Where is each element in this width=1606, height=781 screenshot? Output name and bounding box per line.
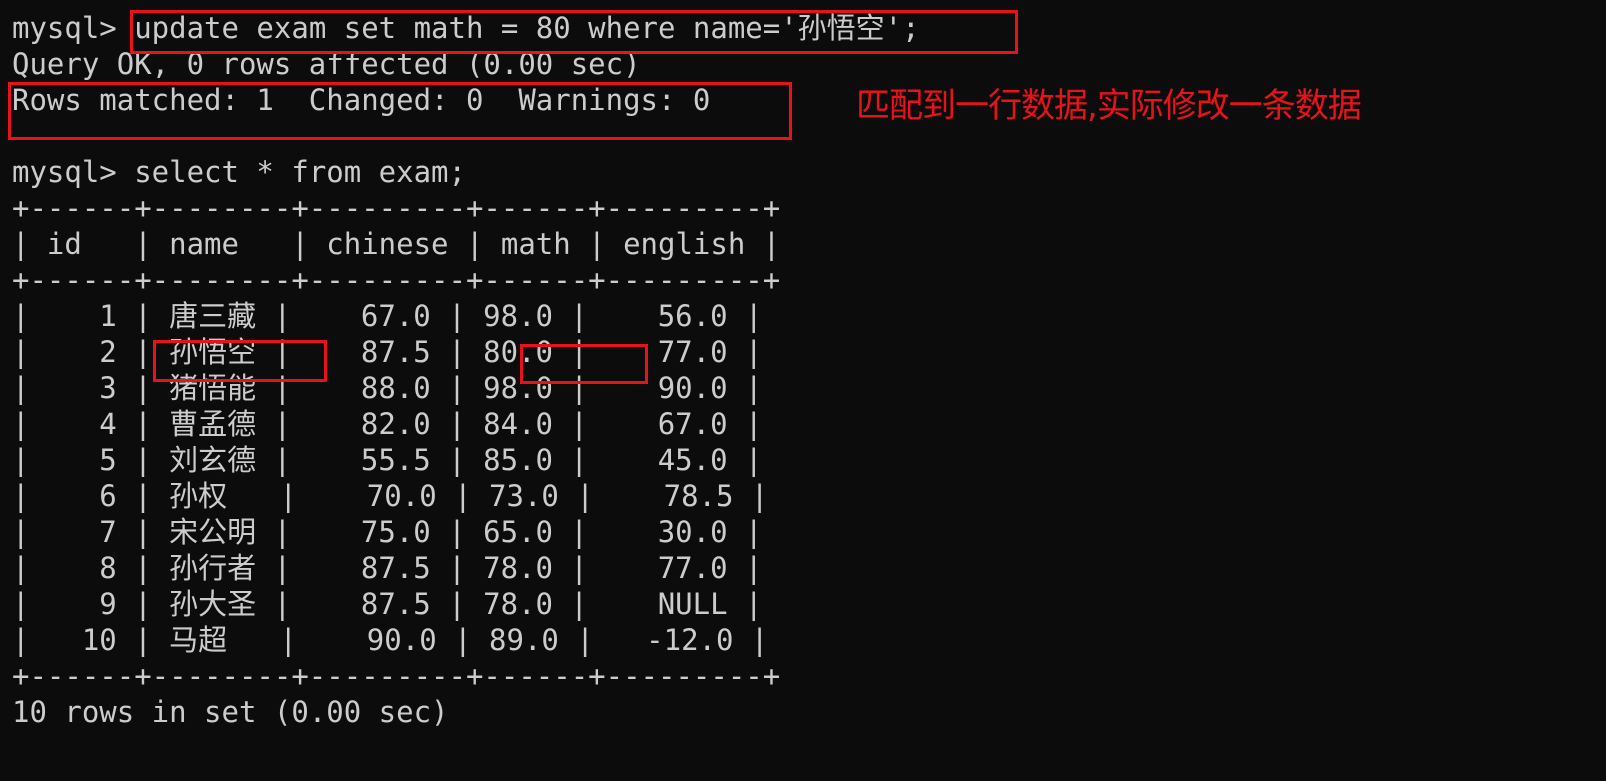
terminal-window: { "prompt": "mysql> ", "commands": { "up…	[0, 0, 1606, 781]
table-row: | 4 | 曹孟德 | 82.0 | 84.0 | 67.0 |	[12, 407, 763, 441]
select-command-text[interactable]: select * from exam;	[134, 155, 466, 189]
table-row: | 3 | 猪悟能 | 88.0 | 98.0 | 90.0 |	[12, 371, 763, 405]
table-row: | 10 | 马超 | 90.0 | 89.0 | -12.0 |	[12, 623, 769, 657]
table-row: | 6 | 孙权 | 70.0 | 73.0 | 78.5 |	[12, 479, 769, 513]
rows-matched-highlight-box	[8, 82, 792, 140]
table-row: | 8 | 孙行者 | 87.5 | 78.0 | 77.0 |	[12, 551, 763, 585]
table-row: | 5 | 刘玄德 | 55.5 | 85.0 | 45.0 |	[12, 443, 763, 477]
math-cell-highlight-box	[520, 344, 648, 384]
table-row: | 2 | 孙悟空 | 87.5 | 80.0 | 77.0 |	[12, 335, 763, 369]
table-border-bottom: +------+--------+---------+------+------…	[12, 659, 781, 693]
rows-in-set-output: 10 rows in set (0.00 sec)	[12, 695, 449, 729]
update-command-highlight-box	[130, 10, 1018, 54]
name-cell-highlight-box	[153, 340, 327, 382]
table-border-top: +------+--------+---------+------+------…	[12, 191, 781, 225]
table-header: | id | name | chinese | math | english |	[12, 227, 781, 261]
table-row: | 1 | 唐三藏 | 67.0 | 98.0 | 56.0 |	[12, 299, 763, 333]
table-row: | 9 | 孙大圣 | 87.5 | 78.0 | NULL |	[12, 587, 763, 621]
mysql-prompt: mysql>	[12, 155, 135, 189]
table-border-header: +------+--------+---------+------+------…	[12, 263, 781, 297]
select-command-line: mysql> select * from exam;	[12, 154, 466, 190]
annotation-note: 匹配到一行数据,实际修改一条数据	[856, 86, 1362, 126]
mysql-prompt: mysql>	[12, 11, 135, 45]
table-row: | 7 | 宋公明 | 75.0 | 65.0 | 30.0 |	[12, 515, 763, 549]
